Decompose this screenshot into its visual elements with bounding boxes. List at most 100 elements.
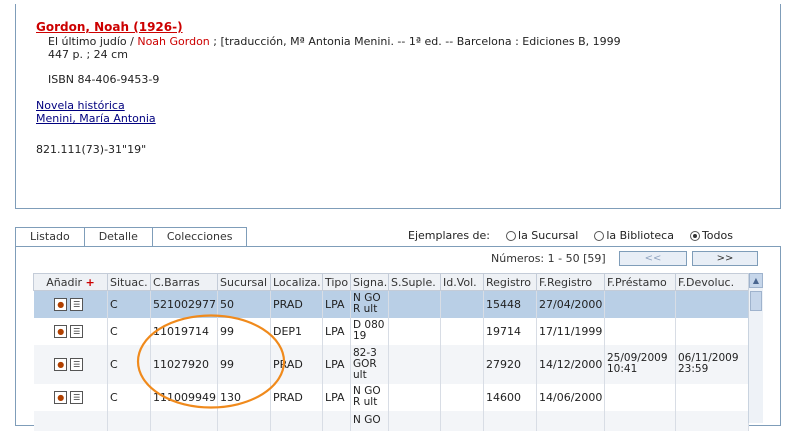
cell-ssuple: [388, 290, 441, 318]
option-la-sucursal[interactable]: la Sucursal: [506, 229, 578, 242]
cell-fprestamo: 25/09/2009 10:41: [604, 344, 676, 384]
ejemplares-label: Ejemplares de:: [408, 229, 491, 242]
cell-registro: [483, 410, 537, 431]
cell-signa: 82-3 GOR ult: [350, 344, 389, 384]
reserve-icon[interactable]: ●: [54, 357, 68, 371]
col-situac[interactable]: Situac.: [107, 273, 151, 291]
add-icon: +: [85, 275, 95, 289]
cell-fregistro: 17/11/1999: [536, 317, 605, 345]
cell-registro: 27920: [483, 344, 537, 384]
reserve-icon[interactable]: ●: [54, 298, 68, 311]
col-sucursal[interactable]: Sucursal: [217, 273, 271, 291]
cell-fprestamo: [604, 383, 676, 411]
table-row[interactable]: N GO: [33, 410, 749, 431]
option-la-biblioteca[interactable]: la Biblioteca: [594, 229, 674, 242]
detail-icon[interactable]: ☰: [70, 390, 84, 404]
col-fdevoluc[interactable]: F.Devoluc.: [675, 273, 749, 291]
cell-registro: 14600: [483, 383, 537, 411]
option-label: la Biblioteca: [606, 229, 674, 242]
title-statement: El último judío / Noah Gordon ; [traducc…: [48, 35, 621, 48]
tab-detalle[interactable]: Detalle: [83, 227, 152, 247]
ejemplares-filter: Ejemplares de: la Sucursal la Biblioteca…: [408, 229, 733, 242]
subject-link[interactable]: Novela histórica: [36, 99, 125, 112]
cell-ssuple: [388, 317, 441, 345]
annotation-circle: [136, 314, 286, 409]
option-label: Todos: [701, 229, 733, 242]
cell-fregistro: 14/12/2000: [536, 344, 605, 384]
col-anadir-label: Añadir: [46, 275, 83, 289]
row-actions: ● ☰: [33, 383, 108, 411]
option-label: la Sucursal: [518, 229, 579, 242]
col-fprestamo[interactable]: F.Préstamo: [604, 273, 676, 291]
added-author-link[interactable]: Menini, María Antonia: [36, 112, 156, 125]
cell-fregistro: [536, 410, 605, 431]
col-registro[interactable]: Registro: [483, 273, 537, 291]
cell-fprestamo: [604, 410, 676, 431]
reserve-icon[interactable]: ●: [54, 324, 68, 338]
cell-ssuple: [388, 410, 441, 431]
vertical-scrollbar[interactable]: ▲: [748, 273, 763, 423]
col-fregistro[interactable]: F.Registro: [536, 273, 605, 291]
detail-icon[interactable]: ☰: [70, 298, 84, 311]
cell-signa: D 080 19: [350, 317, 389, 345]
cell-fdevoluc: [675, 410, 749, 431]
next-page-button[interactable]: >>: [692, 251, 758, 266]
cell-idvol: [440, 290, 484, 318]
col-ssuple[interactable]: S.Suple.: [388, 273, 441, 291]
cell-fdevoluc: [675, 383, 749, 411]
cell-idvol: [440, 383, 484, 411]
annotation-ellipse: [136, 314, 286, 409]
cell-cbarras: [150, 410, 218, 431]
cell-fdevoluc: [675, 317, 749, 345]
cell-ssuple: [388, 344, 441, 384]
prev-page-button[interactable]: <<: [619, 251, 687, 266]
col-signa[interactable]: Signa.: [350, 273, 389, 291]
tab-bar: Listado Detalle Colecciones: [15, 227, 248, 247]
record-panel: Gordon, Noah (1926-) El último judío / N…: [15, 4, 781, 209]
cell-idvol: [440, 410, 484, 431]
cell-fprestamo: [604, 317, 676, 345]
col-anadir[interactable]: Añadir +: [33, 273, 108, 291]
col-localiza[interactable]: Localiza.: [270, 273, 323, 291]
record-count: Números: 1 - 50 [59]: [491, 252, 606, 265]
detail-icon[interactable]: ☰: [70, 324, 84, 338]
cell-fdevoluc: 06/11/2009 23:59: [675, 344, 749, 384]
cell-tipo: LPA: [322, 383, 351, 411]
row-actions: [33, 410, 108, 431]
col-idvol[interactable]: Id.Vol.: [440, 273, 484, 291]
cell-situac: [107, 410, 151, 431]
extent: 447 p. ; 24 cm: [48, 48, 128, 61]
option-todos[interactable]: Todos: [689, 229, 733, 242]
col-cbarras[interactable]: C.Barras: [150, 273, 218, 291]
row-actions: ● ☰: [33, 317, 108, 345]
cell-fprestamo: [604, 290, 676, 318]
detail-icon[interactable]: ☰: [70, 357, 84, 371]
title-rest: ; [traducción, Mª Antonia Menini. -- 1ª …: [209, 35, 621, 48]
cell-localiza: [270, 410, 323, 431]
classification: 821.111(73)-31"19": [36, 143, 147, 156]
title-author-link[interactable]: Noah Gordon: [137, 35, 209, 48]
row-actions: ● ☰: [33, 290, 108, 318]
row-actions: ● ☰: [33, 344, 108, 384]
cell-registro: 15448: [483, 290, 537, 318]
cell-idvol: [440, 344, 484, 384]
col-tipo[interactable]: Tipo: [322, 273, 351, 291]
author-link[interactable]: Gordon, Noah (1926-): [36, 20, 183, 34]
cell-signa: N GO R ult: [350, 383, 389, 411]
cell-tipo: LPA: [322, 344, 351, 384]
isbn: ISBN 84-406-9453-9: [48, 73, 160, 86]
cell-sucursal: [217, 410, 271, 431]
scroll-thumb[interactable]: [750, 291, 762, 311]
tab-listado[interactable]: Listado: [15, 227, 84, 247]
cell-signa: N GO R ult: [350, 290, 389, 318]
reserve-icon[interactable]: ●: [54, 390, 68, 404]
tab-colecciones[interactable]: Colecciones: [151, 227, 248, 247]
cell-fregistro: 27/04/2000: [536, 290, 605, 318]
radio-icon: [506, 231, 517, 241]
cell-tipo: LPA: [322, 290, 351, 318]
radio-icon: [594, 231, 605, 241]
cell-registro: 19714: [483, 317, 537, 345]
cell-tipo: [322, 410, 351, 431]
scroll-up-icon[interactable]: ▲: [749, 273, 763, 288]
cell-ssuple: [388, 383, 441, 411]
